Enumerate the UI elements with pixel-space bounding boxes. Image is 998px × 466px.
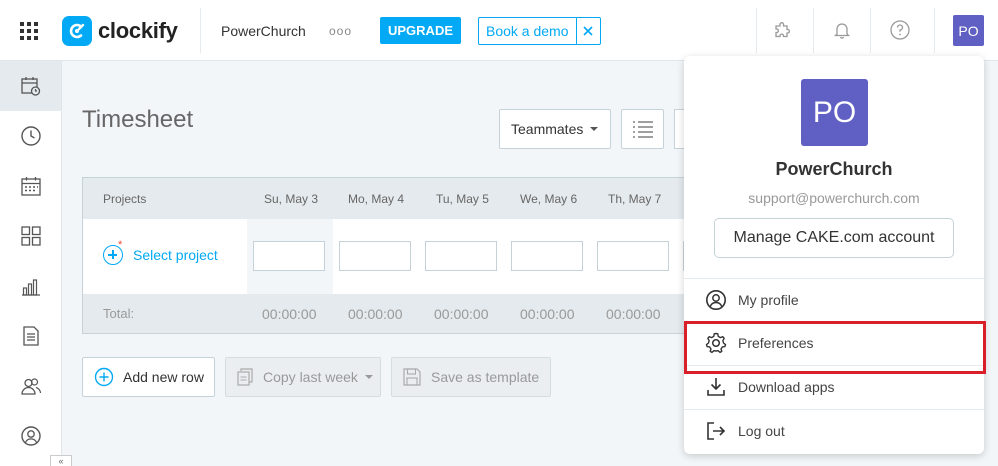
- save-as-template-label: Save as template: [431, 369, 540, 385]
- timesheet-icon: [20, 77, 40, 96]
- save-as-template-button[interactable]: Save as template: [391, 357, 551, 397]
- top-bar: clockify PowerChurch ooo UPGRADE Book a …: [0, 0, 998, 61]
- logo-text: clockify: [98, 18, 178, 43]
- copy-last-week-button[interactable]: Copy last week: [225, 357, 381, 397]
- sidebar: [0, 61, 62, 466]
- calendar-icon: [20, 177, 41, 196]
- add-circle-icon: [94, 367, 114, 387]
- profile-dropdown: PO PowerChurch support@powerchurch.com M…: [684, 56, 984, 454]
- timesheet-table: Projects Su, May 3 Mo, May 4 Tu, May 5 W…: [82, 177, 755, 337]
- teammates-label: Teammates: [511, 121, 584, 137]
- team-icon: [20, 378, 41, 395]
- menu-item-label: Log out: [738, 423, 785, 439]
- total-value: 00:00:00: [262, 306, 317, 322]
- more-menu[interactable]: ooo: [329, 24, 352, 38]
- user-circle-icon: [705, 289, 727, 311]
- workspace-name[interactable]: PowerChurch: [221, 23, 306, 39]
- download-icon: [705, 376, 727, 398]
- required-mark: *: [118, 239, 123, 251]
- divider: [934, 8, 935, 53]
- help-icon[interactable]: [887, 17, 913, 43]
- time-entry-field[interactable]: [511, 241, 583, 271]
- add-new-row-button[interactable]: Add new row: [82, 357, 215, 397]
- column-header-day: We, May 6: [520, 192, 578, 206]
- column-header-day: Th, May 7: [608, 192, 662, 206]
- sidebar-item-timesheet[interactable]: [0, 61, 61, 111]
- total-value: 00:00:00: [606, 306, 661, 322]
- sidebar-item-dashboard[interactable]: [0, 211, 61, 261]
- teammates-dropdown[interactable]: Teammates: [499, 109, 611, 149]
- profile-name: PowerChurch: [775, 159, 893, 179]
- list-icon: [632, 121, 653, 138]
- total-label: Total:: [103, 306, 135, 321]
- chevron-down-icon: [590, 127, 599, 131]
- time-entry-field[interactable]: [253, 241, 325, 271]
- time-entry-field[interactable]: [425, 241, 497, 271]
- profile-email: support@powerchurch.com: [748, 190, 920, 206]
- column-header-day: Su, May 3: [264, 192, 319, 206]
- gear-icon: [705, 332, 727, 354]
- apps-grid-icon[interactable]: [20, 22, 38, 40]
- total-value: 00:00:00: [348, 306, 403, 322]
- copy-last-week-label: Copy last week: [263, 369, 358, 385]
- dashboard-icon: [20, 226, 41, 246]
- sidebar-item-time-tracker[interactable]: [0, 111, 61, 161]
- add-circle-icon: *: [103, 239, 123, 265]
- sidebar-collapse-handle[interactable]: «: [50, 455, 72, 466]
- page-title: Timesheet: [82, 106, 194, 133]
- upgrade-button[interactable]: UPGRADE: [380, 17, 462, 44]
- sidebar-item-team[interactable]: [0, 361, 61, 411]
- clockify-logo-mark: [62, 16, 92, 46]
- total-value: 00:00:00: [520, 306, 575, 322]
- avatar[interactable]: PO: [953, 15, 984, 46]
- divider: [813, 8, 814, 53]
- list-view-button[interactable]: [621, 109, 664, 149]
- save-icon: [402, 367, 422, 387]
- table-row: * Select project: [82, 219, 755, 295]
- select-project-button[interactable]: * Select project: [103, 239, 218, 265]
- document-icon: [22, 326, 39, 346]
- reports-icon: [21, 279, 40, 296]
- bell-icon[interactable]: [829, 17, 855, 43]
- divider: [200, 8, 201, 53]
- puzzle-icon[interactable]: [769, 17, 795, 43]
- column-header-projects: Projects: [103, 192, 147, 206]
- sidebar-item-clients[interactable]: [0, 411, 61, 461]
- sidebar-item-projects[interactable]: [0, 311, 61, 361]
- sidebar-item-calendar[interactable]: [0, 161, 61, 211]
- menu-item-log-out[interactable]: Log out: [684, 410, 984, 452]
- logout-icon: [705, 420, 727, 442]
- divider: [870, 8, 871, 53]
- column-header-day: Mo, May 4: [348, 192, 405, 206]
- clock-icon: [20, 126, 41, 146]
- clockify-logo[interactable]: clockify: [62, 16, 178, 46]
- menu-item-preferences[interactable]: Preferences: [684, 322, 984, 364]
- time-entry-field[interactable]: [339, 241, 411, 271]
- select-project-label: Select project: [133, 247, 218, 263]
- time-entry-field[interactable]: [597, 241, 669, 271]
- manage-account-button[interactable]: Manage CAKE.com account: [714, 218, 954, 258]
- column-header-day: Tu, May 5: [436, 192, 489, 206]
- menu-item-my-profile[interactable]: My profile: [684, 279, 984, 321]
- total-value: 00:00:00: [434, 306, 489, 322]
- table-total-row: Total: 00:00:00 00:00:00 00:00:00 00:00:…: [82, 294, 702, 334]
- menu-item-download-apps[interactable]: Download apps: [684, 366, 984, 408]
- menu-item-label: My profile: [738, 292, 799, 308]
- avatar: PO: [801, 79, 868, 146]
- user-circle-icon: [20, 426, 41, 446]
- menu-item-label: Preferences: [738, 335, 814, 351]
- chevron-down-icon: [364, 375, 373, 379]
- book-demo: Book a demo: [478, 17, 601, 45]
- copy-icon: [236, 367, 254, 387]
- book-demo-button[interactable]: Book a demo: [479, 18, 576, 44]
- divider: [756, 8, 757, 53]
- menu-item-label: Download apps: [738, 379, 835, 395]
- table-header: Projects Su, May 3 Mo, May 4 Tu, May 5 W…: [82, 177, 702, 220]
- add-new-row-label: Add new row: [123, 369, 204, 385]
- close-icon[interactable]: [575, 18, 600, 44]
- sidebar-item-reports[interactable]: [0, 261, 61, 311]
